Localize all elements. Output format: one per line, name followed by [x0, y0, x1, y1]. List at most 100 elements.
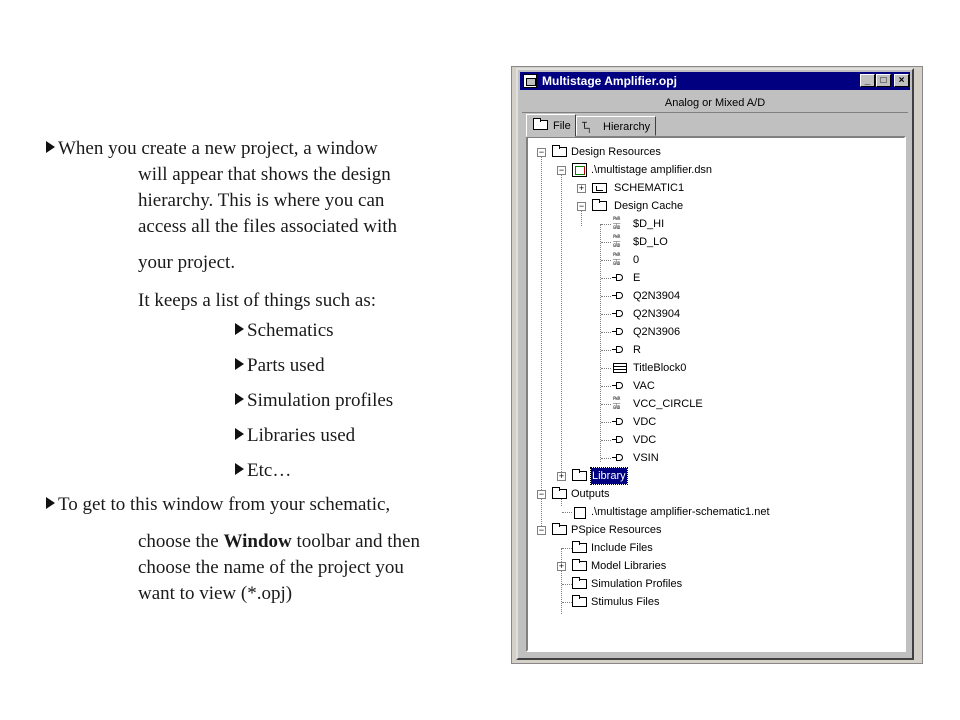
power-ground-icon: PWR ─┬─ GND: [613, 216, 621, 230]
window-menu-name: Window: [223, 531, 292, 552]
bullet-1-line-3: hierarchy. This is where you can: [138, 190, 385, 211]
tree-item-include-files[interactable]: Include Files: [528, 540, 898, 556]
tree-line: [601, 368, 611, 369]
cache-item[interactable]: PWR ─┬─ GND VCC_CIRCLE: [528, 396, 898, 412]
sub-item-simulation-profiles: Simulation profiles: [235, 390, 393, 412]
text-fragment: choose the: [138, 531, 224, 552]
project-tree[interactable]: − Design Resources − .\multistage amplif…: [526, 136, 906, 652]
part-icon: [612, 292, 628, 300]
minimize-button[interactable]: _: [860, 74, 875, 87]
cache-item[interactable]: Q2N3904: [528, 288, 898, 304]
cache-item[interactable]: R: [528, 342, 898, 358]
tab-hierarchy[interactable]: ┬ └┐ Hierarchy: [576, 116, 656, 136]
tree-line: [601, 422, 611, 423]
sub-item-parts-used: Parts used: [235, 355, 325, 377]
tree-item-pspice-resources[interactable]: − PSpice Resources: [528, 522, 898, 538]
cache-item[interactable]: E: [528, 270, 898, 286]
tree-item-schematic1[interactable]: + SCHEMATIC1: [528, 180, 898, 196]
sub-item-label: Etc…: [247, 460, 292, 481]
tree-item-label: .\multistage amplifier.dsn: [591, 164, 713, 176]
tree-item-dsn-file[interactable]: − .\multistage amplifier.dsn: [528, 162, 898, 178]
bullet-2: To get to this window from your schemati…: [46, 494, 390, 516]
cache-item[interactable]: PWR ─┬─ GND $D_HI: [528, 216, 898, 232]
tree-item-simulation-profiles[interactable]: Simulation Profiles: [528, 576, 898, 592]
cache-item[interactable]: TitleBlock0: [528, 360, 898, 376]
cache-item[interactable]: Q2N3904: [528, 306, 898, 322]
tree-item-label: $D_LO: [633, 236, 668, 248]
arrow-bullet-icon: [235, 393, 244, 405]
tree-item-design-resources[interactable]: − Design Resources: [528, 144, 898, 160]
pwr-text: PWR: [613, 234, 621, 239]
tree-line: [601, 260, 611, 261]
bullet-1-line-5: your project.: [138, 252, 236, 273]
hierarchy-icon: ┬ └┐: [582, 118, 592, 133]
arrow-bullet-icon: [235, 428, 244, 440]
collapse-icon[interactable]: −: [537, 526, 546, 535]
collapse-icon[interactable]: −: [537, 148, 546, 157]
arrow-bullet-icon: [235, 358, 244, 370]
cache-item[interactable]: VSIN: [528, 450, 898, 466]
cache-item[interactable]: Q2N3906: [528, 324, 898, 340]
arrow-bullet-icon: [235, 323, 244, 335]
bullet-2-line-3: choose the name of the project you: [138, 557, 404, 578]
tree-item-model-libraries[interactable]: + Model Libraries: [528, 558, 898, 574]
project-manager-window[interactable]: Multistage Amplifier.opj _ □ × Analog or…: [516, 68, 914, 660]
part-icon: [612, 382, 628, 390]
part-icon: [612, 310, 628, 318]
tree-item-design-cache[interactable]: − Design Cache: [528, 198, 898, 214]
tree-item-library[interactable]: + Library: [528, 467, 898, 485]
close-button[interactable]: ×: [894, 74, 909, 87]
sub-item-label: Simulation profiles: [247, 390, 394, 411]
part-icon: [612, 454, 628, 462]
design-type-label: Analog or Mixed A/D: [522, 94, 908, 113]
part-icon: [612, 346, 628, 354]
tree-item-label: R: [633, 344, 641, 356]
tree-line: [601, 242, 611, 243]
tree-item-outputs[interactable]: − Outputs: [528, 486, 898, 502]
pwr-text: PWR: [613, 216, 621, 221]
bullet-1-line-4: access all the files associated with: [138, 216, 398, 237]
cache-item[interactable]: VDC: [528, 414, 898, 430]
cache-item[interactable]: PWR ─┬─ GND $D_LO: [528, 234, 898, 250]
expand-icon[interactable]: +: [557, 472, 566, 481]
schematic-folder-icon: [592, 183, 607, 193]
collapse-icon[interactable]: −: [537, 490, 546, 499]
window-title: Multistage Amplifier.opj: [542, 74, 677, 88]
cache-item[interactable]: PWR ─┬─ GND 0: [528, 252, 898, 268]
expand-icon[interactable]: +: [557, 562, 566, 571]
tree-item-label: VAC: [633, 380, 655, 392]
collapse-icon[interactable]: −: [577, 202, 586, 211]
tree-item-label: TitleBlock0: [633, 362, 687, 374]
bullet-2-line-2: choose the Window toolbar and then: [138, 531, 420, 553]
cache-item[interactable]: VAC: [528, 378, 898, 394]
sub-item-schematics: Schematics: [235, 320, 334, 342]
tree-item-label: VCC_CIRCLE: [633, 398, 703, 410]
part-icon: [612, 436, 628, 444]
tree-item-stimulus-files[interactable]: Stimulus Files: [528, 594, 898, 610]
pwr-text: PWR: [613, 252, 621, 257]
tree-item-net-file[interactable]: .\multistage amplifier-schematic1.net: [528, 504, 898, 520]
tree-line: [562, 602, 572, 603]
tree-line: [601, 440, 611, 441]
folder-icon: [572, 559, 587, 571]
folder-icon: [533, 118, 548, 130]
bullet-1-line-1: When you create a new project, a window: [58, 138, 378, 159]
folder-icon: [552, 145, 567, 157]
tab-file[interactable]: File: [526, 114, 576, 137]
cache-item[interactable]: VDC: [528, 432, 898, 448]
tree-item-label: SCHEMATIC1: [614, 182, 685, 194]
collapse-icon[interactable]: −: [557, 166, 566, 175]
sub-item-label: Parts used: [247, 355, 325, 376]
expand-icon[interactable]: +: [577, 184, 586, 193]
project-icon[interactable]: [523, 74, 537, 88]
arrow-bullet-icon: [235, 463, 244, 475]
tree-item-label: Q2N3904: [633, 290, 681, 302]
title-bar[interactable]: Multistage Amplifier.opj _ □ ×: [520, 72, 910, 90]
power-ground-icon: PWR ─┬─ GND: [613, 234, 621, 248]
bullet-2-line-4: want to view (*.opj): [138, 583, 293, 604]
sub-item-label: Schematics: [247, 320, 334, 341]
maximize-button[interactable]: □: [876, 74, 891, 87]
sub-item-libraries-used: Libraries used: [235, 425, 355, 447]
sub-item-label: Libraries used: [247, 425, 356, 446]
tree-line: [601, 314, 611, 315]
